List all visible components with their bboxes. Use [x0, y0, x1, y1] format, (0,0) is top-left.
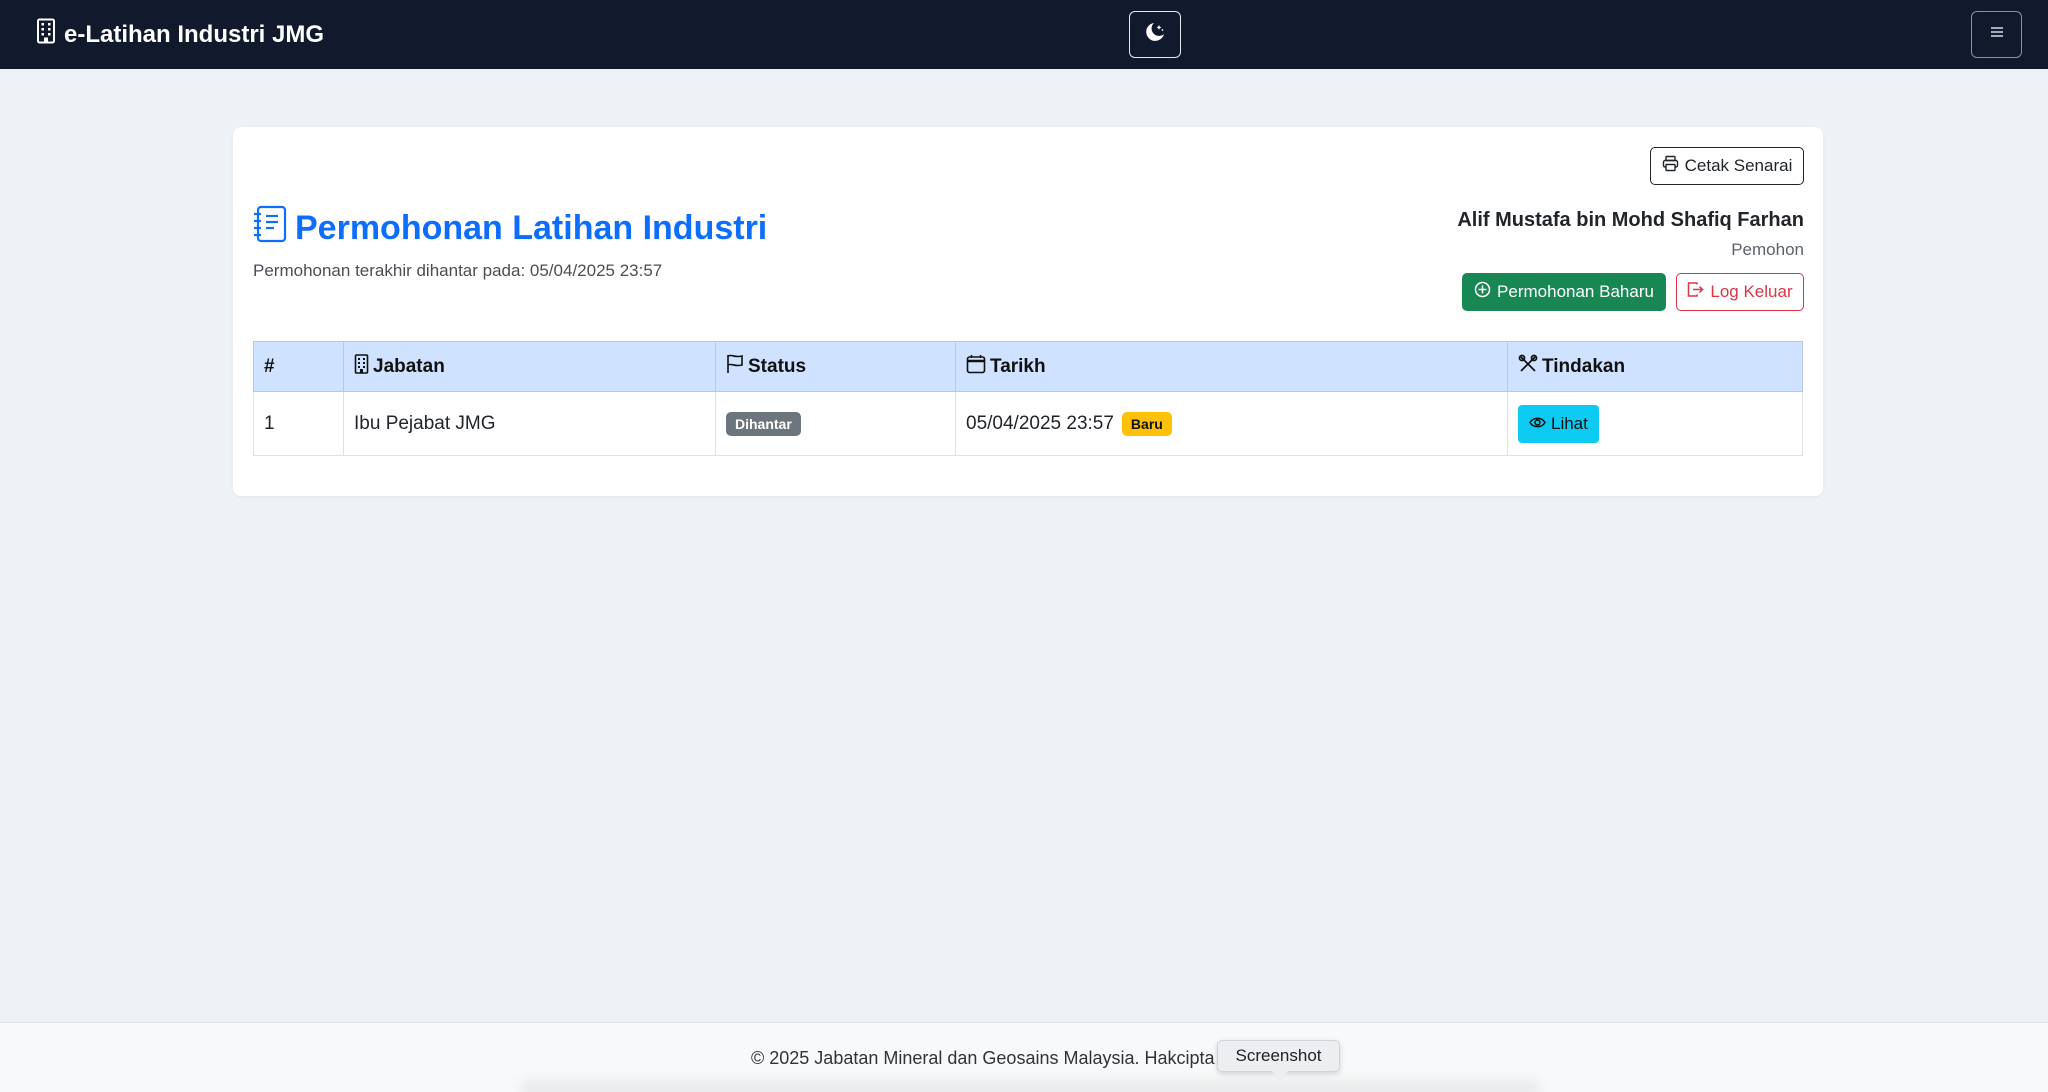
table-row: 1 Ibu Pejabat JMG Dihantar 05/04/2025 23… [253, 391, 1803, 456]
screenshot-tooltip: Screenshot [1217, 1040, 1340, 1080]
theme-toggle-button[interactable] [1129, 11, 1181, 58]
cell-date: 05/04/2025 23:57 Baru [955, 391, 1508, 456]
column-header-department: Jabatan [343, 341, 716, 392]
column-header-date-label: Tarikh [990, 355, 1046, 377]
date-text: 05/04/2025 23:57 [966, 412, 1114, 434]
print-list-button[interactable]: Cetak Senarai [1650, 147, 1804, 185]
top-navbar: e-Latihan Industri JMG [0, 0, 2048, 69]
column-header-no-label: # [264, 355, 275, 377]
page-title: Permohonan Latihan Industri [253, 205, 767, 252]
printer-icon [1662, 155, 1679, 177]
new-application-label: Permohonan Baharu [1497, 282, 1654, 301]
last-submitted-text: Permohonan terakhir dihantar pada: 05/04… [253, 261, 663, 280]
eye-icon [1529, 414, 1546, 434]
cell-department: Ibu Pejabat JMG [343, 391, 716, 456]
column-header-date: Tarikh [955, 341, 1508, 392]
cell-action: Lihat [1507, 391, 1803, 456]
new-application-button[interactable]: Permohonan Baharu [1462, 273, 1666, 311]
logout-button[interactable]: Log Keluar [1676, 273, 1804, 311]
user-actions: Permohonan Baharu Log Keluar [1462, 273, 1804, 311]
building-icon [354, 353, 369, 380]
plus-circle-icon [1474, 281, 1491, 303]
hamburger-icon [1989, 25, 2005, 44]
menu-toggle-button[interactable] [1971, 11, 2022, 58]
applications-card: Cetak Senarai Permohonan Latihan Industr… [233, 127, 1823, 496]
logout-label: Log Keluar [1710, 282, 1793, 301]
page-title-text: Permohonan Latihan Industri [295, 209, 768, 247]
brand[interactable]: e-Latihan Industri JMG [36, 0, 324, 69]
box-arrow-right-icon [1687, 281, 1704, 303]
flag-icon [726, 354, 744, 380]
applications-table: # Jabatan Status Tarikh Tindakan 1 Ibu P… [253, 341, 1803, 456]
table-header-row: # Jabatan Status Tarikh Tindakan [253, 341, 1803, 392]
column-header-action: Tindakan [1507, 341, 1803, 392]
calendar-icon [966, 354, 986, 380]
dock-shadow [520, 1082, 1540, 1092]
print-list-label: Cetak Senarai [1684, 156, 1793, 175]
cell-no: 1 [253, 391, 344, 456]
user-role: Pemohon [1731, 240, 1804, 259]
footer-copyright: © 2025 Jabatan Mineral dan Geosains Mala… [751, 1048, 1231, 1068]
status-badge: Dihantar [726, 411, 801, 436]
column-header-action-label: Tindakan [1542, 355, 1626, 377]
column-header-status: Status [715, 341, 956, 392]
moon-stars-icon [1144, 21, 1166, 48]
building-icon [36, 18, 56, 51]
user-name: Alif Mustafa bin Mohd Shafiq Farhan [1457, 209, 1804, 231]
view-label: Lihat [1551, 413, 1588, 433]
tools-icon [1518, 354, 1538, 380]
view-button[interactable]: Lihat [1518, 404, 1599, 443]
column-header-department-label: Jabatan [373, 355, 445, 377]
journal-text-icon [253, 205, 287, 252]
brand-label: e-Latihan Industri JMG [64, 20, 325, 48]
column-header-no: # [253, 341, 344, 392]
cell-status: Dihantar [715, 391, 956, 456]
new-badge: Baru [1121, 411, 1172, 436]
column-header-status-label: Status [748, 355, 807, 377]
